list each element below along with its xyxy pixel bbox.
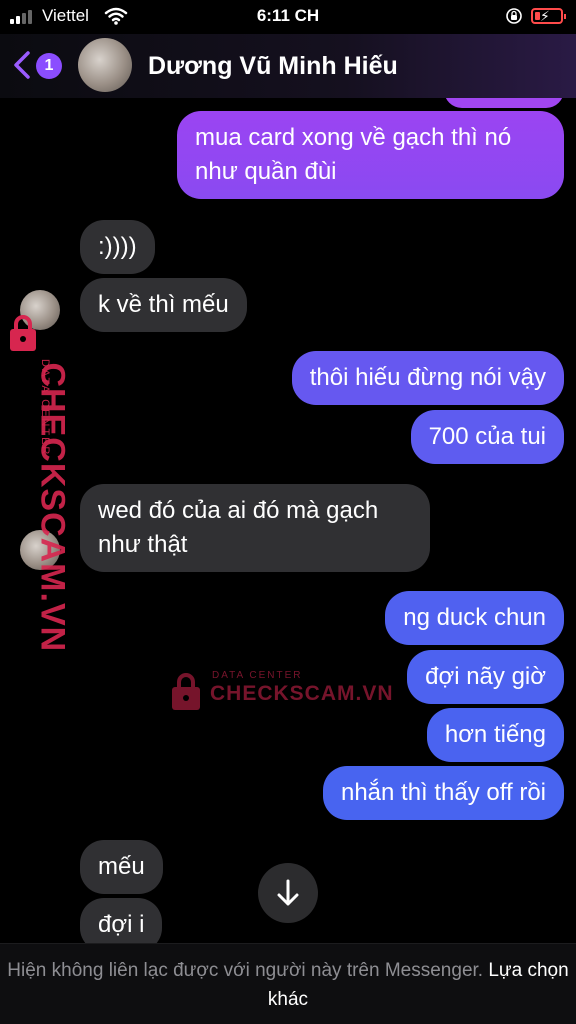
- clock: 6:11 CH: [256, 6, 320, 25]
- message-thread[interactable]: mua card xong về gạch thì nó như quần đù…: [0, 98, 576, 943]
- message-bubble-sent[interactable]: nhắn thì thấy off rồi: [322, 766, 564, 820]
- unavailable-notice-bar: Hiện không liên lạc được với người này t…: [0, 943, 576, 1024]
- orientation-lock-icon: [506, 8, 522, 24]
- watermark-vertical: DATA CENTER CHECKSCAM.VN: [0, 313, 72, 652]
- unread-count-badge: 1: [36, 53, 62, 79]
- message-bubble-partial[interactable]: [444, 98, 564, 108]
- message-bubble-sent[interactable]: hơn tiếng: [426, 708, 564, 762]
- message-bubble-sent[interactable]: ng duck chun: [385, 591, 564, 645]
- scroll-to-bottom-button[interactable]: [258, 863, 318, 923]
- message-bubble-received[interactable]: mếu: [80, 840, 163, 894]
- conversation-header: 1 Dương Vũ Minh Hiếu: [0, 34, 576, 98]
- message-bubble-received[interactable]: wed đó của ai đó mà gạch như thật: [80, 484, 430, 572]
- watermark-center: DATA CENTER CHECKSCAM.VN: [170, 668, 393, 714]
- watermark-subtitle: DATA CENTER: [212, 670, 303, 681]
- message-bubble-sent[interactable]: thôi hiếu đừng nói vậy: [291, 351, 564, 405]
- watermark-brand: CHECKSCAM.VN: [33, 362, 72, 653]
- lock-icon: [10, 315, 36, 351]
- message-bubble-received[interactable]: k về thì mếu: [80, 278, 247, 332]
- back-button[interactable]: 1: [10, 48, 66, 84]
- message-bubble-received[interactable]: đợi i: [80, 898, 163, 943]
- message-bubble-sent[interactable]: đợi nãy giờ: [407, 650, 564, 704]
- chevron-left-icon: [14, 51, 30, 79]
- unavailable-notice: Hiện không liên lạc được với người này t…: [7, 960, 484, 981]
- status-bar: Viettel 6:11 CH ⚡: [0, 0, 576, 34]
- watermark-brand: CHECKSCAM.VN: [210, 682, 394, 705]
- message-bubble-sent[interactable]: mua card xong về gạch thì nó như quần đù…: [177, 111, 564, 199]
- message-bubble-sent[interactable]: 700 của tui: [410, 410, 564, 464]
- contact-avatar[interactable]: [78, 38, 132, 92]
- message-bubble-received[interactable]: :)))): [80, 220, 155, 274]
- lock-icon: [172, 673, 200, 710]
- arrow-down-icon: [277, 879, 299, 906]
- battery-charging-icon: ⚡: [531, 8, 566, 24]
- contact-name[interactable]: Dương Vũ Minh Hiếu: [148, 52, 398, 81]
